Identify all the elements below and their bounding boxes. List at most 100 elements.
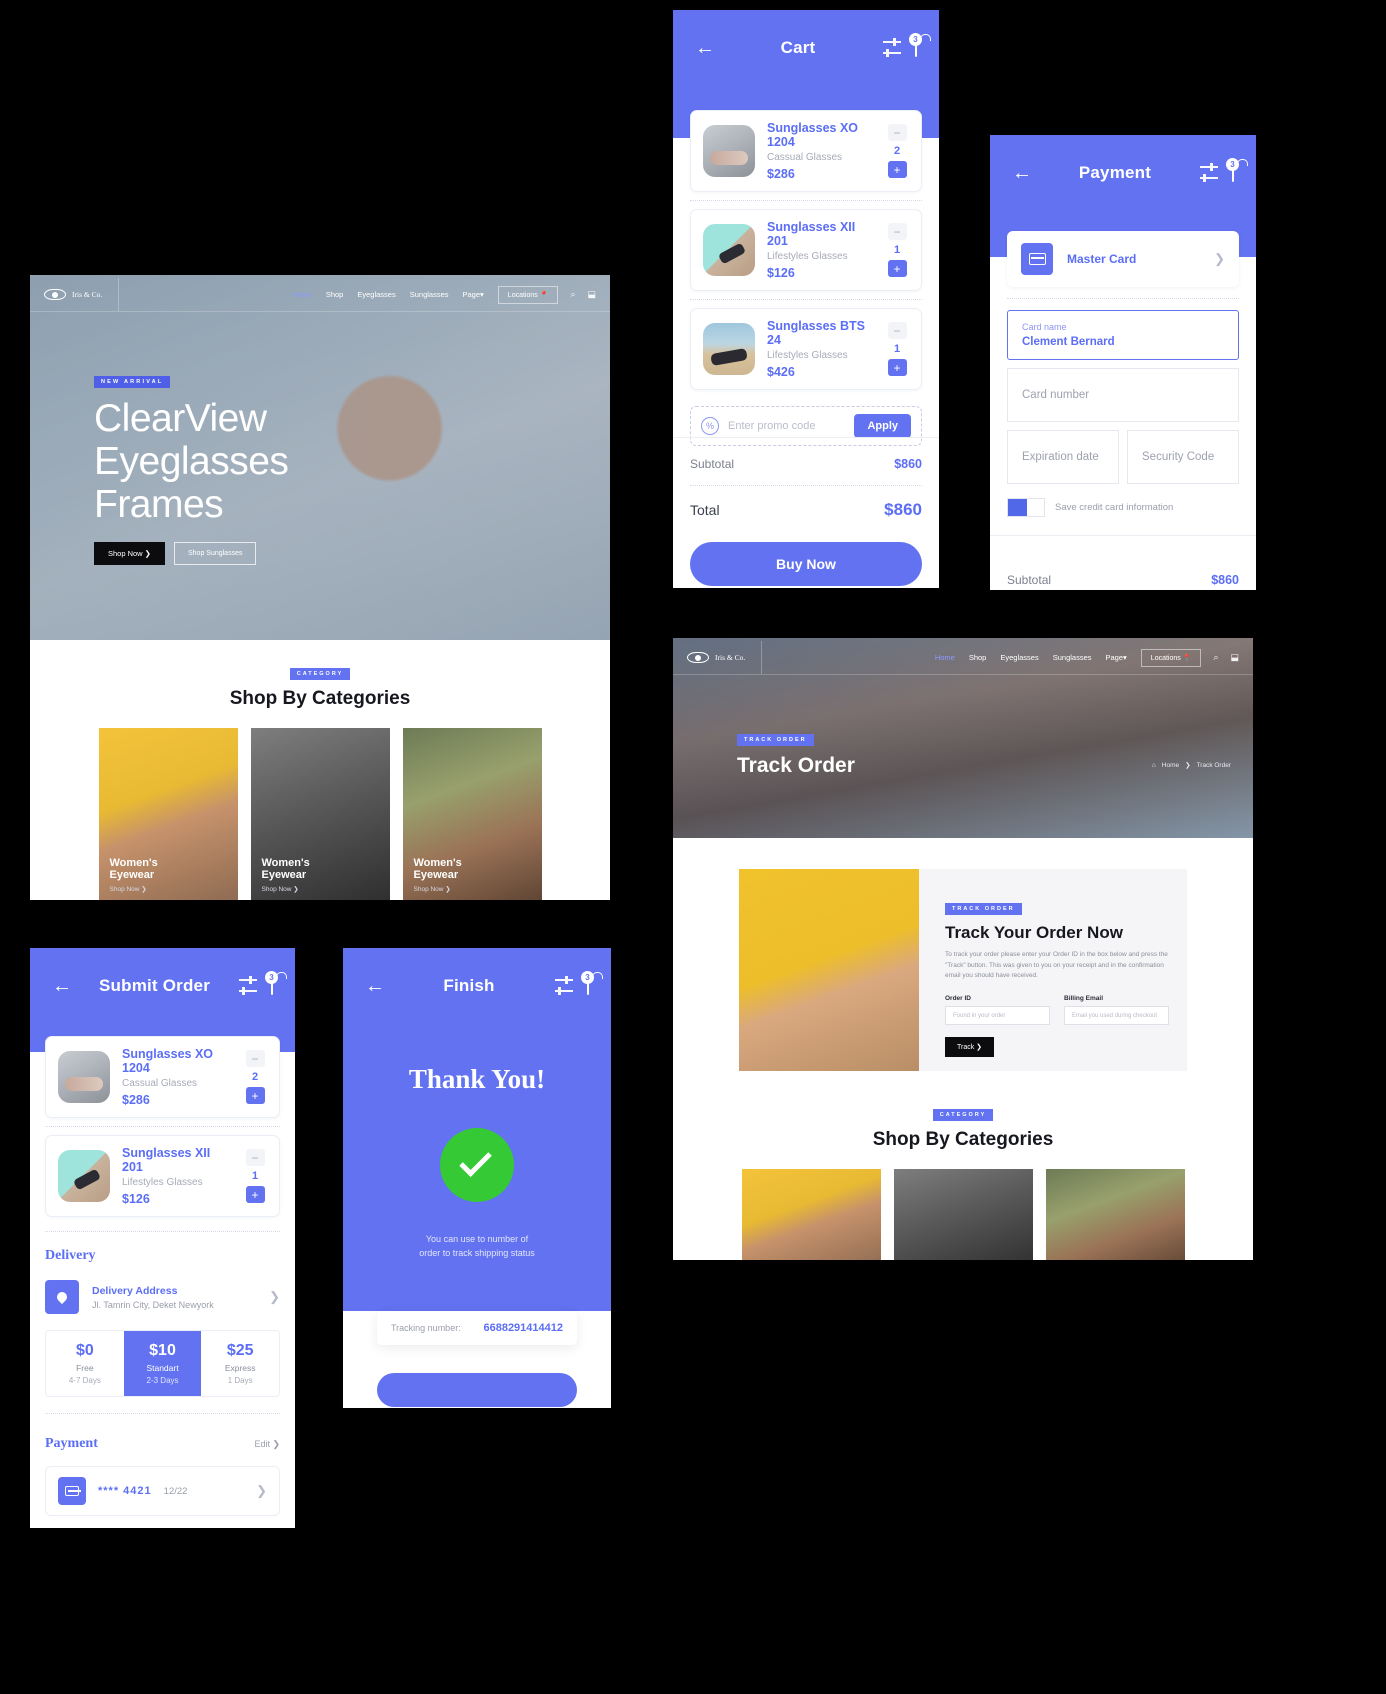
category-title-line1: Women's xyxy=(261,856,310,869)
shipping-option-free[interactable]: $0 Free 4-7 Days xyxy=(46,1331,124,1396)
increase-qty-button[interactable]: + xyxy=(887,260,907,277)
search-icon[interactable]: ⌕ xyxy=(1213,652,1218,663)
qty-value: 2 xyxy=(893,145,901,157)
cart-item[interactable]: Sunglasses XII 201 Lifestyles Glasses $1… xyxy=(690,209,922,291)
nav-item-shop[interactable]: Shop xyxy=(969,653,987,662)
security-placeholder: Security Code xyxy=(1142,451,1215,463)
expiration-date-field[interactable]: Expiration date xyxy=(1007,430,1119,484)
shop-sunglasses-button[interactable]: Shop Sunglasses xyxy=(173,541,257,565)
shop-now-button[interactable]: Shop Now ❯ xyxy=(94,541,165,565)
nav-item-page[interactable]: Page▾ xyxy=(463,290,484,299)
payment-edit-link[interactable]: Edit ❯ xyxy=(254,1439,280,1450)
product-thumbnail xyxy=(58,1051,110,1103)
category-link[interactable]: Shop Now ❯ xyxy=(414,885,462,893)
back-icon[interactable]: ← xyxy=(365,976,385,996)
shipping-option-standart[interactable]: $10 Standart 2-3 Days xyxy=(123,1331,202,1396)
tracking-number-box: Tracking number: 6688291414412 xyxy=(377,1311,577,1345)
qty-value: 2 xyxy=(251,1071,259,1083)
payment-method-row[interactable]: Master Card ❯ xyxy=(1007,231,1239,287)
cart-bag-button[interactable]: 3 xyxy=(265,971,278,995)
category-link[interactable]: Shop Now ❯ xyxy=(262,885,310,893)
category-card[interactable]: Women's Eyewear Shop Now ❯ xyxy=(402,728,542,900)
sliders-icon[interactable] xyxy=(553,975,575,997)
nav-item-shop[interactable]: Shop xyxy=(326,290,344,299)
apply-promo-button[interactable]: Apply xyxy=(854,414,911,438)
home-desktop-page: Iris & Co. Home Shop Eyeglasses Sunglass… xyxy=(30,275,610,900)
decrease-qty-button[interactable]: − xyxy=(887,223,907,240)
nav-item-page[interactable]: Page▾ xyxy=(1106,653,1127,662)
increase-qty-button[interactable]: + xyxy=(245,1087,265,1104)
locations-button[interactable]: Locations 📍 xyxy=(497,285,559,304)
finish-header: ← Finish 3 xyxy=(343,948,611,1024)
bag-badge: 3 xyxy=(1226,158,1239,171)
category-card[interactable]: Women's Eyewear Shop Now ❯ xyxy=(98,728,238,900)
track-hero-badge: TRACK ORDER xyxy=(737,734,814,746)
sliders-icon[interactable] xyxy=(881,37,903,59)
cart-item[interactable]: Sunglasses XO 1204 Cassual Glasses $286 … xyxy=(45,1036,280,1118)
payment-header: ← Payment 3 xyxy=(990,135,1256,211)
nav-item-sunglasses[interactable]: Sunglasses xyxy=(1053,653,1092,662)
decrease-qty-button[interactable]: − xyxy=(245,1149,265,1166)
category-title-line1: Women's xyxy=(413,856,462,869)
track-button[interactable]: Track ❯ xyxy=(945,1037,995,1058)
category-card[interactable] xyxy=(741,1169,881,1260)
bag-badge: 3 xyxy=(265,971,278,984)
saved-card-row[interactable]: **** 4421 12/22 ❯ xyxy=(45,1466,280,1516)
decrease-qty-button[interactable]: − xyxy=(887,124,907,141)
increase-qty-button[interactable]: + xyxy=(887,359,907,376)
nav-item-eyeglasses[interactable]: Eyeglasses xyxy=(357,290,395,299)
order-id-input[interactable]: Found in your order xyxy=(945,1006,1050,1026)
site-logo[interactable]: Iris & Co. xyxy=(687,641,763,674)
subtotal-label: Subtotal xyxy=(1007,573,1052,587)
card-name-field[interactable]: Card name Clement Bernard xyxy=(1007,310,1239,360)
nav-item-sunglasses[interactable]: Sunglasses xyxy=(410,290,449,299)
site-logo[interactable]: Iris & Co. xyxy=(44,278,120,311)
increase-qty-button[interactable]: + xyxy=(245,1186,265,1203)
buy-now-button[interactable]: Buy Now xyxy=(690,542,922,586)
sliders-icon[interactable] xyxy=(237,975,259,997)
cart-bag-button[interactable]: 3 xyxy=(581,971,594,995)
chevron-right-icon[interactable]: ❯ xyxy=(256,1483,267,1499)
cart-item[interactable]: Sunglasses XII 201 Lifestyles Glasses $1… xyxy=(45,1135,280,1217)
nav-item-home[interactable]: Home xyxy=(292,290,312,299)
cart-bag-button[interactable]: 3 xyxy=(909,33,922,57)
card-number-field[interactable]: Card number xyxy=(1007,368,1239,422)
cart-bag-button[interactable]: 3 xyxy=(1226,158,1239,182)
category-card[interactable] xyxy=(1045,1169,1185,1260)
search-icon[interactable]: ⌕ xyxy=(570,289,575,300)
billing-email-input[interactable]: Email you used during checkout xyxy=(1064,1006,1169,1026)
promo-input[interactable]: Enter promo code xyxy=(728,420,845,432)
finish-action-button[interactable] xyxy=(377,1373,577,1407)
credit-card-icon xyxy=(58,1477,86,1505)
back-icon[interactable]: ← xyxy=(52,976,72,996)
location-pin-icon xyxy=(45,1280,79,1314)
shipping-option-express[interactable]: $25 Express 1 Days xyxy=(201,1331,279,1396)
locations-button[interactable]: Locations 📍 xyxy=(1140,648,1202,667)
promo-code-row: % Enter promo code Apply xyxy=(690,406,922,446)
product-thumbnail xyxy=(703,125,755,177)
nav-item-eyeglasses[interactable]: Eyeglasses xyxy=(1000,653,1038,662)
category-title-line1: Women's xyxy=(109,856,158,869)
save-card-toggle[interactable] xyxy=(1007,498,1045,517)
shipping-days: 1 Days xyxy=(227,1376,253,1385)
back-icon[interactable]: ← xyxy=(695,38,715,58)
category-card[interactable]: Women's Eyewear Shop Now ❯ xyxy=(250,728,390,900)
chevron-right-icon[interactable]: ❯ xyxy=(269,1289,280,1305)
bag-icon[interactable]: ⬓ xyxy=(1230,652,1239,663)
security-code-field[interactable]: Security Code xyxy=(1127,430,1239,484)
category-card[interactable] xyxy=(893,1169,1033,1260)
cart-item[interactable]: Sunglasses BTS 24 Lifestyles Glasses $42… xyxy=(690,308,922,390)
increase-qty-button[interactable]: + xyxy=(887,161,907,178)
cart-item[interactable]: Sunglasses XO 1204 Cassual Glasses $286 … xyxy=(690,110,922,192)
category-badge: CATEGORY xyxy=(932,1109,994,1121)
breadcrumb-home[interactable]: Home xyxy=(1162,762,1179,769)
category-link[interactable]: Shop Now ❯ xyxy=(110,885,158,893)
payment-method-name: Master Card xyxy=(1067,252,1137,266)
bag-icon[interactable]: ⬓ xyxy=(587,289,596,300)
nav-item-home[interactable]: Home xyxy=(935,653,955,662)
decrease-qty-button[interactable]: − xyxy=(887,322,907,339)
check-circle-icon xyxy=(440,1128,514,1202)
sliders-icon[interactable] xyxy=(1198,162,1220,184)
decrease-qty-button[interactable]: − xyxy=(245,1050,265,1067)
back-icon[interactable]: ← xyxy=(1012,163,1032,183)
